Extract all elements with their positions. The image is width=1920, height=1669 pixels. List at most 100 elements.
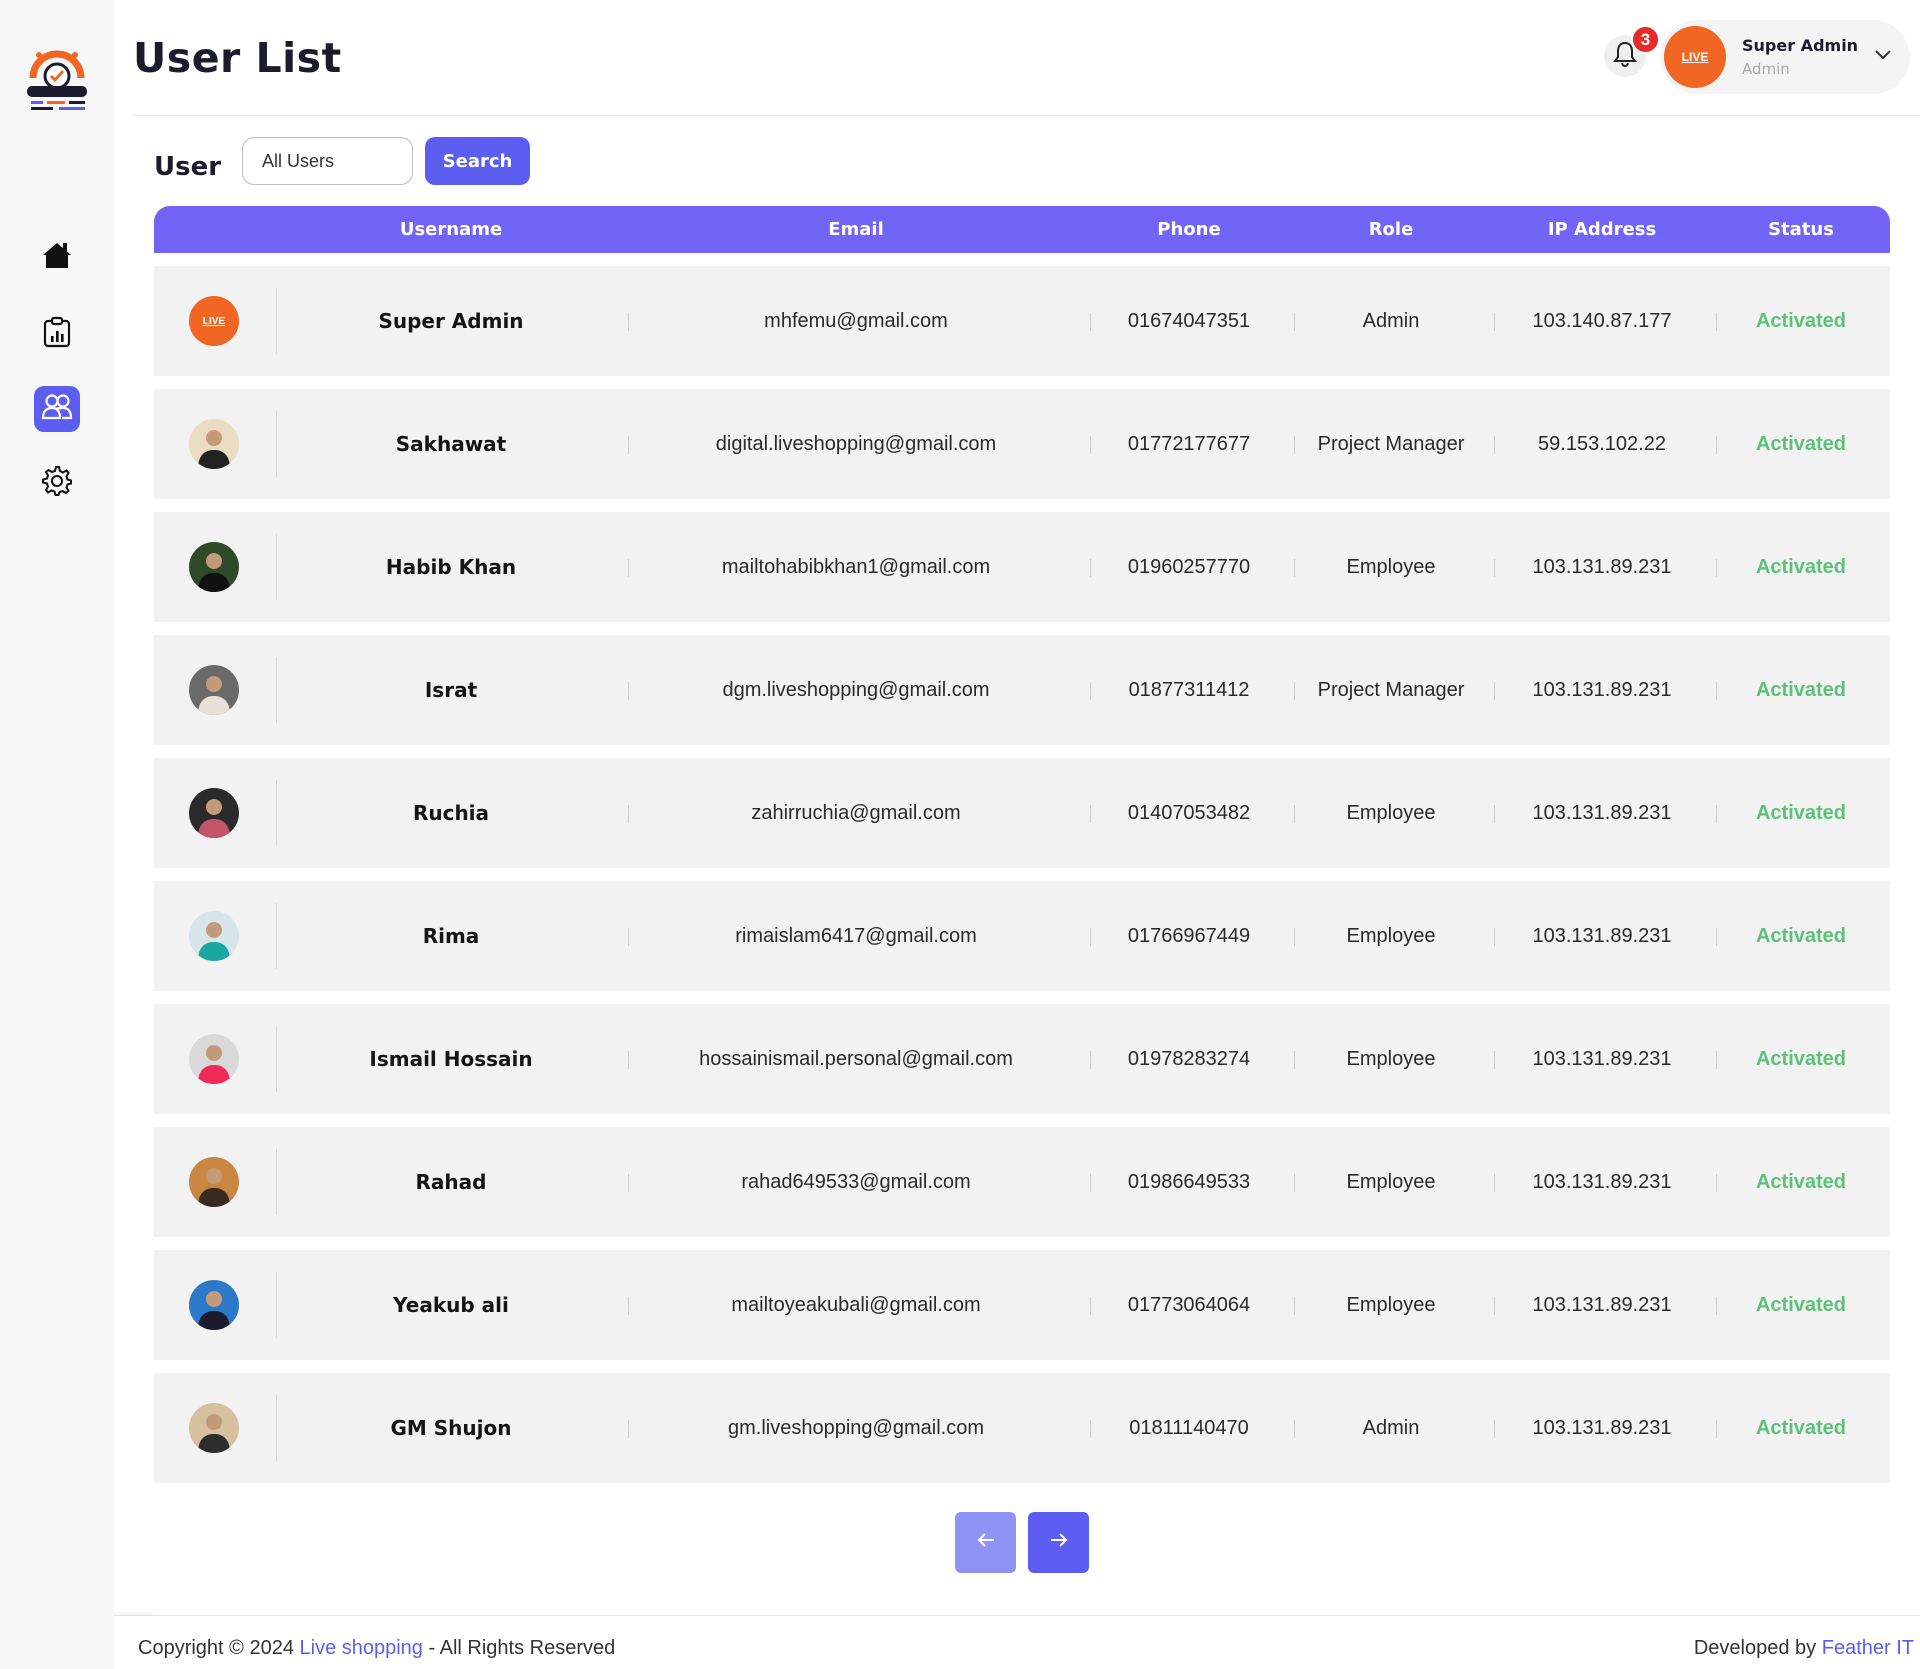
role-cell: Employee — [1346, 555, 1436, 578]
table-row[interactable]: Habib Khan mailtohabibkhan1@gmail.com 0196… — [154, 512, 1890, 622]
avatar — [189, 1280, 239, 1330]
copyright-suffix: - All Rights Reserved — [422, 1637, 616, 1659]
email-cell: zahirruchia@gmail.com — [751, 801, 961, 824]
column-divider — [276, 288, 277, 354]
column-divider — [1090, 805, 1091, 823]
role-cell: Employee — [1346, 1293, 1436, 1316]
user-filter-select[interactable]: All Users — [242, 137, 413, 185]
email-cell: mailtoyeakubali@gmail.com — [731, 1293, 981, 1316]
username-cell: Sakhawat — [395, 432, 507, 456]
nav-users[interactable] — [34, 386, 80, 432]
arrow-right-icon — [1049, 1532, 1069, 1553]
column-divider — [1716, 1051, 1717, 1069]
column-divider — [276, 903, 277, 969]
developer-link[interactable]: Feather IT — [1822, 1637, 1914, 1659]
role-cell: Employee — [1346, 1170, 1436, 1193]
status-badge: Activated — [1755, 801, 1847, 824]
chevron-down-icon[interactable] — [1874, 47, 1892, 65]
page: User List 3 LIVE Super Admin Admin User … — [0, 0, 1920, 1669]
column-divider — [276, 657, 277, 723]
phone-cell: 01960257770 — [1127, 555, 1251, 578]
username-cell: GM Shujon — [390, 1416, 512, 1440]
column-divider — [1294, 1174, 1295, 1192]
next-page-button[interactable] — [1028, 1512, 1089, 1573]
status-badge: Activated — [1755, 1293, 1847, 1316]
table-row[interactable]: Sakhawat digital.liveshopping@gmail.com 01… — [154, 389, 1890, 499]
nav-home[interactable] — [34, 234, 80, 280]
username-cell: Israt — [424, 678, 478, 702]
company-link[interactable]: Live shopping — [300, 1637, 423, 1659]
phone-cell: 01772177677 — [1127, 432, 1251, 455]
column-divider — [1716, 1420, 1717, 1438]
table-row[interactable]: GM Shujon gm.liveshopping@gmail.com 018111… — [154, 1373, 1890, 1483]
column-divider — [1494, 928, 1495, 946]
email-cell: digital.liveshopping@gmail.com — [715, 432, 997, 455]
table-row[interactable]: Rahad rahad649533@gmail.com 01986649533 Emp… — [154, 1127, 1890, 1237]
nav-settings[interactable] — [34, 460, 80, 506]
profile-name: Super Admin — [1742, 36, 1859, 55]
avatar — [189, 419, 239, 469]
status-badge: Activated — [1755, 309, 1847, 332]
status-badge: Activated — [1755, 678, 1847, 701]
table-row[interactable]: Israt dgm.liveshopping@gmail.com 018773114… — [154, 635, 1890, 745]
column-divider — [1716, 1297, 1717, 1315]
email-cell: gm.liveshopping@gmail.com — [728, 1416, 984, 1439]
column-divider — [1090, 682, 1091, 700]
filter-label: User — [154, 152, 222, 182]
table-row[interactable]: LIVE Super Admin mhfemu@gmail.com 016740473… — [154, 266, 1890, 376]
search-button[interactable]: Search — [425, 137, 530, 185]
column-divider — [1090, 1174, 1091, 1192]
phone-cell: 01978283274 — [1127, 1047, 1251, 1070]
column-role: Role — [1368, 219, 1414, 240]
prev-page-button[interactable] — [955, 1512, 1016, 1573]
ip-address-cell: 103.131.89.231 — [1532, 924, 1672, 947]
column-divider — [1090, 436, 1091, 454]
column-divider — [1294, 928, 1295, 946]
home-icon — [41, 240, 73, 275]
phone-cell: 01674047351 — [1127, 309, 1251, 332]
column-divider — [1090, 1051, 1091, 1069]
table-row[interactable]: Ruchia zahirruchia@gmail.com 01407053482 Em… — [154, 758, 1890, 868]
table-header: Username Email Phone Role IP Address Sta… — [154, 206, 1890, 253]
column-divider — [1294, 1420, 1295, 1438]
email-cell: rimaislam6417@gmail.com — [735, 924, 977, 947]
avatar — [189, 1403, 239, 1453]
column-divider — [1716, 436, 1717, 454]
column-divider — [276, 1149, 277, 1215]
table-row[interactable]: Ismail Hossain hossainismail.personal@gma… — [154, 1004, 1890, 1114]
column-divider — [276, 534, 277, 600]
gear-icon — [42, 465, 72, 501]
sidebar — [0, 0, 114, 808]
avatar-logo-text: LIVE — [202, 315, 226, 327]
avatar-logo-text: LIVE — [1681, 50, 1709, 64]
email-cell: mhfemu@gmail.com — [764, 309, 948, 332]
column-email: Email — [828, 219, 884, 240]
ip-address-cell: 103.140.87.177 — [1532, 309, 1672, 332]
table-row[interactable]: Rima rimaislam6417@gmail.com 01766967449 Em… — [154, 881, 1890, 991]
column-divider — [1494, 682, 1495, 700]
column-divider — [1494, 1297, 1495, 1315]
profile-menu[interactable]: LIVE Super Admin Admin — [1660, 20, 1910, 94]
app-logo[interactable] — [25, 46, 89, 114]
column-divider — [628, 559, 629, 577]
report-icon — [43, 316, 71, 353]
column-divider — [1494, 1174, 1495, 1192]
phone-cell: 01766967449 — [1127, 924, 1251, 947]
footer: Copyright © 2024 Live shopping - All Rig… — [114, 1616, 1920, 1669]
role-cell: Project Manager — [1317, 678, 1465, 701]
table-row[interactable]: Yeakub ali mailtoyeakubali@gmail.com 01773… — [154, 1250, 1890, 1360]
ip-address-cell: 103.131.89.231 — [1532, 1047, 1672, 1070]
avatar — [189, 665, 239, 715]
username-cell: Rahad — [415, 1170, 487, 1194]
column-ip-address: IP Address — [1547, 219, 1657, 240]
column-divider — [1090, 928, 1091, 946]
status-badge: Activated — [1755, 555, 1847, 578]
ip-address-cell: 103.131.89.231 — [1532, 1416, 1672, 1439]
phone-cell: 01407053482 — [1127, 801, 1251, 824]
nav-reports[interactable] — [34, 311, 80, 357]
column-divider — [1716, 1174, 1717, 1192]
role-cell: Admin — [1362, 309, 1420, 332]
avatar — [189, 788, 239, 838]
status-badge: Activated — [1755, 432, 1847, 455]
ip-address-cell: 103.131.89.231 — [1532, 801, 1672, 824]
